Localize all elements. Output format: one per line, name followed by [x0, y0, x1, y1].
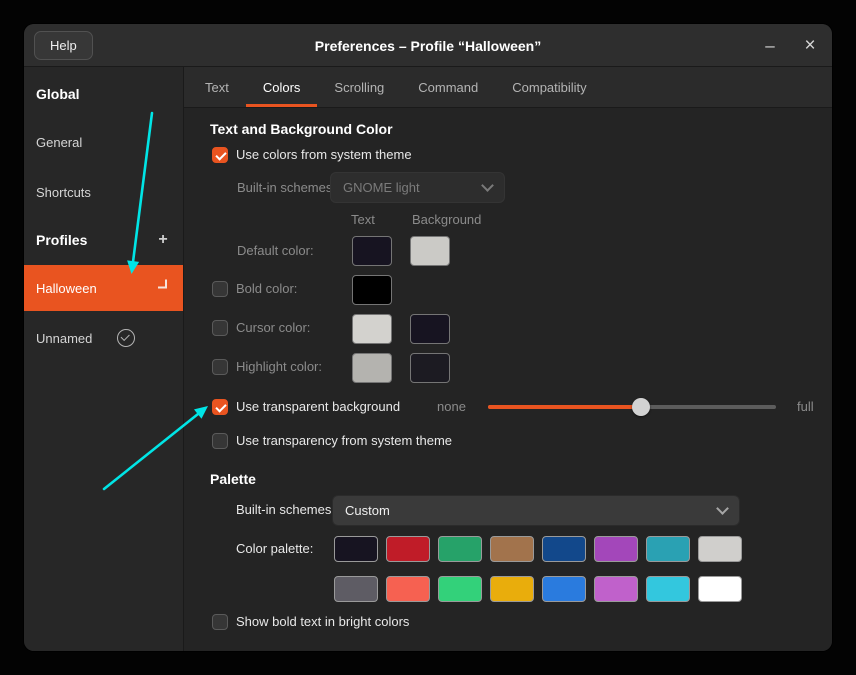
sidebar-item-profile-halloween[interactable]: Halloween	[24, 265, 183, 311]
sidebar-item-shortcuts[interactable]: Shortcuts	[24, 174, 183, 210]
sidebar-item-general[interactable]: General	[24, 124, 183, 160]
palette-builtin-schemes-label: Built-in schemes:	[236, 502, 335, 518]
use-transparent-background-label: Use transparent background	[236, 399, 400, 415]
palette-swatch[interactable]	[334, 576, 378, 602]
sidebar-section-profiles: Profiles +	[24, 230, 183, 250]
palette-swatch[interactable]	[542, 576, 586, 602]
highlight-color-label: Highlight color:	[236, 359, 322, 375]
cursor-background-color-swatch[interactable]	[410, 314, 450, 344]
tab-text[interactable]: Text	[188, 67, 246, 107]
builtin-schemes-value: GNOME light	[343, 180, 420, 195]
palette-swatch[interactable]	[438, 536, 482, 562]
cursor-foreground-color-swatch[interactable]	[352, 314, 392, 344]
transparency-slider-fill	[488, 405, 641, 409]
transparency-slider-handle[interactable]	[632, 398, 650, 416]
color-palette-label: Color palette:	[236, 541, 313, 557]
palette-builtin-schemes-dropdown[interactable]: Custom	[332, 495, 740, 526]
column-header-text: Text	[351, 212, 375, 228]
transparency-min-label: none	[437, 399, 466, 415]
column-header-background: Background	[412, 212, 481, 228]
highlight-foreground-color-swatch[interactable]	[352, 353, 392, 383]
header-bar: Help Preferences – Profile “Halloween” –…	[24, 24, 832, 67]
sidebar-item-label: General	[36, 135, 82, 150]
bold-color-label: Bold color:	[236, 281, 297, 297]
palette-swatch[interactable]	[646, 536, 690, 562]
sidebar: Global General Shortcuts Profiles + Hall…	[24, 67, 184, 651]
palette-swatch[interactable]	[334, 536, 378, 562]
bold-color-checkbox[interactable]	[212, 281, 228, 297]
bold-color-swatch[interactable]	[352, 275, 392, 305]
tab-command[interactable]: Command	[401, 67, 495, 107]
chevron-down-icon	[716, 502, 729, 515]
palette-swatch[interactable]	[490, 536, 534, 562]
default-profile-check-icon	[117, 329, 135, 347]
minimize-button[interactable]: –	[762, 38, 778, 54]
palette-swatch[interactable]	[646, 576, 690, 602]
highlight-color-checkbox[interactable]	[212, 359, 228, 375]
profile-label: Unnamed	[36, 331, 92, 346]
default-color-label: Default color:	[237, 243, 314, 259]
section-title-text-background: Text and Background Color	[210, 121, 393, 137]
cursor-color-checkbox[interactable]	[212, 320, 228, 336]
palette-swatch[interactable]	[594, 536, 638, 562]
tab-bar: Text Colors Scrolling Command Compatibil…	[184, 67, 832, 108]
use-transparent-background-checkbox[interactable]	[212, 399, 228, 415]
builtin-schemes-dropdown[interactable]: GNOME light	[330, 172, 505, 203]
sidebar-section-global: Global	[24, 84, 183, 104]
transparency-slider[interactable]	[488, 397, 776, 417]
use-system-transparency-label: Use transparency from system theme	[236, 433, 452, 449]
show-bold-bright-label: Show bold text in bright colors	[236, 614, 409, 630]
screen: Help Preferences – Profile “Halloween” –…	[0, 0, 856, 675]
palette-swatch[interactable]	[698, 576, 742, 602]
tab-compatibility[interactable]: Compatibility	[495, 67, 603, 107]
palette-swatch[interactable]	[698, 536, 742, 562]
palette-swatch[interactable]	[386, 576, 430, 602]
chevron-down-icon[interactable]	[158, 280, 167, 289]
palette-swatch[interactable]	[542, 536, 586, 562]
default-background-color-swatch[interactable]	[410, 236, 450, 266]
sidebar-item-label: Shortcuts	[36, 185, 91, 200]
show-bold-bright-checkbox[interactable]	[212, 614, 228, 630]
palette-swatch[interactable]	[490, 576, 534, 602]
colors-tab-content: Text and Background Color Use colors fro…	[184, 108, 832, 651]
cursor-color-label: Cursor color:	[236, 320, 310, 336]
add-profile-button[interactable]: +	[153, 230, 173, 250]
window-controls: – ×	[762, 24, 818, 67]
sidebar-section-label: Profiles	[36, 230, 87, 250]
highlight-background-color-swatch[interactable]	[410, 353, 450, 383]
window-title: Preferences – Profile “Halloween”	[24, 24, 832, 67]
use-system-colors-checkbox[interactable]	[212, 147, 228, 163]
palette-swatch[interactable]	[438, 576, 482, 602]
section-title-palette: Palette	[210, 471, 256, 487]
sidebar-item-profile-unnamed[interactable]: Unnamed	[24, 320, 183, 356]
tab-colors[interactable]: Colors	[246, 67, 318, 107]
close-button[interactable]: ×	[802, 38, 818, 54]
tab-scrolling[interactable]: Scrolling	[317, 67, 401, 107]
profile-label: Halloween	[36, 281, 97, 296]
use-system-transparency-checkbox[interactable]	[212, 433, 228, 449]
palette-swatch[interactable]	[594, 576, 638, 602]
default-text-color-swatch[interactable]	[352, 236, 392, 266]
transparency-max-label: full	[797, 399, 814, 415]
preferences-window: Help Preferences – Profile “Halloween” –…	[24, 24, 832, 651]
palette-swatch[interactable]	[386, 536, 430, 562]
chevron-down-icon	[481, 179, 494, 192]
palette-builtin-schemes-value: Custom	[345, 503, 390, 518]
builtin-schemes-label: Built-in schemes:	[237, 180, 336, 196]
use-system-colors-label: Use colors from system theme	[236, 147, 412, 163]
